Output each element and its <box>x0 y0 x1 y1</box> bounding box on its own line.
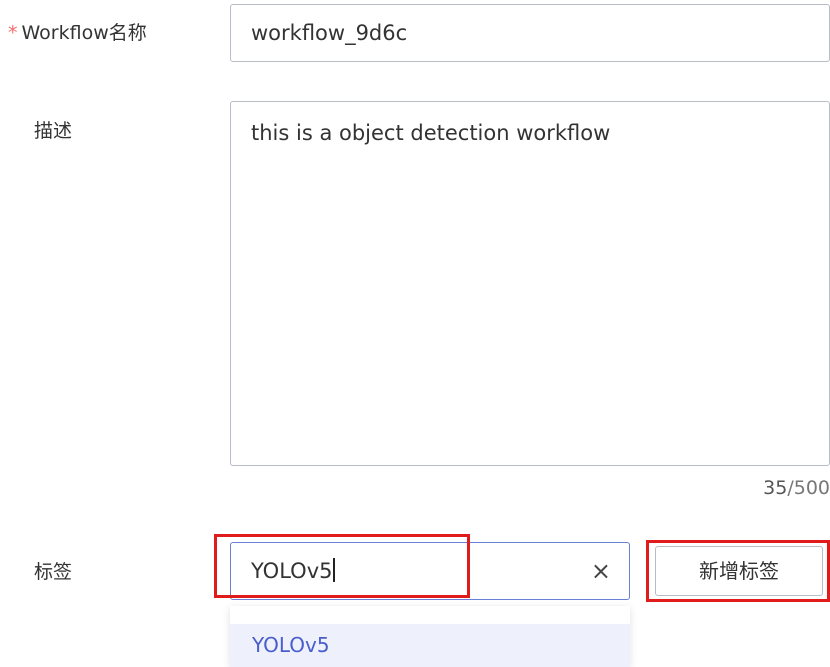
clear-icon[interactable]: × <box>591 543 611 599</box>
workflow-name-label: * Workflow名称 <box>8 21 147 45</box>
character-counter: 35/500 <box>763 476 830 500</box>
description-value: this is a object detection workflow <box>251 121 611 145</box>
workflow-name-value: workflow_9d6c <box>251 21 408 45</box>
tag-input-highlight <box>214 534 470 598</box>
workflow-name-label-text: Workflow名称 <box>21 22 147 44</box>
required-mark: * <box>8 22 18 44</box>
tag-suggestion-dropdown: YOLOv5 <box>230 606 630 667</box>
character-count: 35 <box>763 477 788 499</box>
add-tag-button-highlight <box>646 540 830 602</box>
workflow-form: * Workflow名称 workflow_9d6c 描述 this is a o… <box>0 0 830 667</box>
tags-label: 标签 <box>34 561 73 583</box>
character-max: /500 <box>787 477 830 499</box>
workflow-name-input[interactable]: workflow_9d6c <box>230 4 830 62</box>
tag-suggestion-option[interactable]: YOLOv5 <box>230 624 630 667</box>
description-label: 描述 <box>34 120 73 142</box>
description-textarea[interactable]: this is a object detection workflow <box>230 101 830 466</box>
